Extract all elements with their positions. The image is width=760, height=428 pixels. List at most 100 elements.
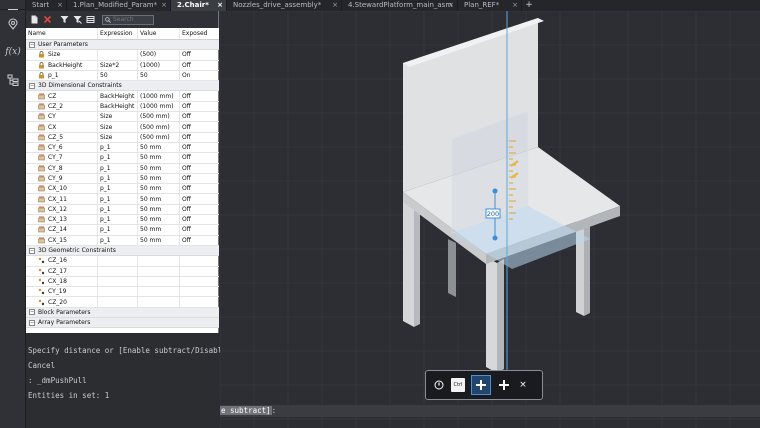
cell-value[interactable]: (1000 mm): [138, 91, 180, 101]
cell-value[interactable]: 50 mm: [138, 194, 180, 204]
table-row[interactable]: CY_8 p_1 50 mm Off: [26, 163, 219, 174]
table-row[interactable]: Size (500) Off: [26, 50, 219, 61]
cell-value[interactable]: [138, 276, 180, 287]
table-row[interactable]: p_1 50 50 On: [26, 70, 219, 82]
chair-model[interactable]: 200: [220, 11, 760, 428]
cell-expression[interactable]: [98, 276, 138, 287]
tab-plan-ref[interactable]: Plan_REF* ×: [458, 0, 522, 11]
cell-value[interactable]: 50 mm: [138, 173, 180, 184]
cell-expression[interactable]: p_1: [98, 184, 138, 194]
union-mode-button[interactable]: [497, 376, 511, 394]
search-box[interactable]: [102, 14, 154, 25]
filter-remove-icon[interactable]: [72, 14, 83, 25]
cell-expression[interactable]: [98, 297, 138, 307]
cell-value[interactable]: (500): [138, 50, 180, 60]
tree-icon[interactable]: [0, 66, 26, 94]
cell-expression[interactable]: [98, 287, 138, 297]
cell-exposed[interactable]: Off: [180, 61, 219, 70]
column-header-name[interactable]: Name: [26, 28, 98, 39]
cell-exposed[interactable]: On: [180, 71, 219, 80]
collapse-icon[interactable]: −: [29, 319, 35, 326]
cell-exposed[interactable]: Off: [180, 122, 219, 131]
cell-value[interactable]: [138, 256, 180, 266]
cell-value[interactable]: [138, 266, 180, 276]
cell-expression[interactable]: [98, 266, 138, 276]
tab-plan-modified-param[interactable]: 1.Plan_Modified_Param* ×: [67, 0, 171, 11]
table-row[interactable]: CY_9 p_1 50 mm Off: [26, 173, 219, 185]
table-row[interactable]: CZ_14 p_1 50 mm Off: [26, 225, 219, 236]
close-tab-icon[interactable]: ×: [448, 0, 454, 11]
cell-expression[interactable]: p_1: [98, 225, 138, 235]
cell-exposed[interactable]: [180, 287, 219, 296]
cell-value[interactable]: [138, 287, 180, 297]
close-tab-icon[interactable]: ×: [57, 0, 63, 11]
new-parameter-icon[interactable]: [29, 14, 40, 25]
cell-exposed[interactable]: Off: [180, 164, 219, 173]
cell-value[interactable]: 50: [138, 70, 180, 81]
cell-exposed[interactable]: Off: [180, 112, 219, 121]
add-mode-button[interactable]: [471, 375, 491, 395]
cell-value[interactable]: (1000): [138, 60, 180, 70]
table-row[interactable]: CZ_2 BackHeight (1000 mm) Off: [26, 101, 219, 113]
table-row[interactable]: CX_10 p_1 50 mm Off: [26, 184, 219, 195]
table-row[interactable]: CY_6 p_1 50 mm Off: [26, 142, 219, 154]
cell-expression[interactable]: BackHeight: [98, 91, 138, 101]
table-row[interactable]: CY_19: [26, 287, 219, 298]
cell-value[interactable]: (500 mm): [138, 122, 180, 132]
cell-expression[interactable]: p_1: [98, 142, 138, 153]
cell-value[interactable]: 50 mm: [138, 184, 180, 194]
delete-icon[interactable]: [42, 14, 53, 25]
cell-expression[interactable]: p_1: [98, 204, 138, 215]
ctrl-key-button[interactable]: Ctrl: [451, 378, 465, 392]
cell-expression[interactable]: Size: [98, 132, 138, 142]
cell-expression[interactable]: p_1: [98, 215, 138, 225]
cell-expression[interactable]: [98, 50, 138, 60]
cell-exposed[interactable]: [180, 297, 219, 306]
table-row[interactable]: CX Size (500 mm) Off: [26, 122, 219, 133]
cell-exposed[interactable]: Off: [180, 174, 219, 183]
cell-expression[interactable]: p_1: [98, 235, 138, 245]
settings-icon[interactable]: [85, 14, 96, 25]
table-row[interactable]: BackHeight Size*2 (1000) Off: [26, 60, 219, 71]
table-row[interactable]: CZ_16: [26, 256, 219, 267]
collapse-icon[interactable]: −: [29, 309, 35, 316]
cell-value[interactable]: 50 mm: [138, 215, 180, 225]
cell-exposed[interactable]: Off: [180, 184, 219, 193]
close-minibar-button[interactable]: ×: [517, 376, 529, 394]
cell-exposed[interactable]: Off: [180, 143, 219, 152]
table-row[interactable]: CZ_5 Size (500 mm) Off: [26, 132, 219, 143]
group-block-parameters[interactable]: − Block Parameters: [26, 307, 219, 319]
close-tab-icon[interactable]: ×: [332, 0, 338, 11]
cell-exposed[interactable]: [180, 256, 219, 265]
cell-expression[interactable]: [98, 256, 138, 266]
close-tab-icon[interactable]: ×: [217, 0, 223, 11]
cell-expression[interactable]: p_1: [98, 163, 138, 173]
cell-expression[interactable]: Size: [98, 122, 138, 132]
dimension-grip-top[interactable]: [492, 188, 498, 194]
3d-viewport[interactable]: 200: [220, 11, 760, 428]
dimension-grip-bottom[interactable]: [492, 235, 498, 241]
cell-value[interactable]: 50 mm: [138, 142, 180, 153]
cell-value[interactable]: [138, 297, 180, 307]
table-row[interactable]: CX_18: [26, 276, 219, 288]
cell-exposed[interactable]: Off: [180, 153, 219, 162]
column-header-exposed[interactable]: Exposed: [180, 28, 219, 39]
table-row[interactable]: CX_12 p_1 50 mm Off: [26, 204, 219, 216]
tab-steward-platform[interactable]: 4.StewardPlatform_main_asm ×: [342, 0, 458, 11]
command-input[interactable]: e subtract]:: [220, 405, 760, 417]
cell-expression[interactable]: Size*2: [98, 60, 138, 70]
group-array-parameters[interactable]: − Array Parameters: [26, 318, 219, 329]
cell-expression[interactable]: p_1: [98, 173, 138, 184]
cell-expression[interactable]: 50: [98, 70, 138, 81]
group-dimensional-constraints[interactable]: −3D Dimensional Constraints: [26, 81, 219, 92]
cell-value[interactable]: (1000 mm): [138, 101, 180, 112]
table-row[interactable]: CZ_20: [26, 297, 219, 308]
cell-value[interactable]: 50 mm: [138, 153, 180, 163]
tab-chair[interactable]: 2.Chair* ×: [171, 0, 227, 11]
cell-exposed[interactable]: Off: [180, 225, 219, 234]
cell-exposed[interactable]: Off: [180, 133, 219, 142]
cell-value[interactable]: (500 mm): [138, 112, 180, 122]
cell-value[interactable]: 50 mm: [138, 163, 180, 173]
cell-value[interactable]: 50 mm: [138, 235, 180, 245]
collapse-icon[interactable]: −: [29, 82, 35, 89]
